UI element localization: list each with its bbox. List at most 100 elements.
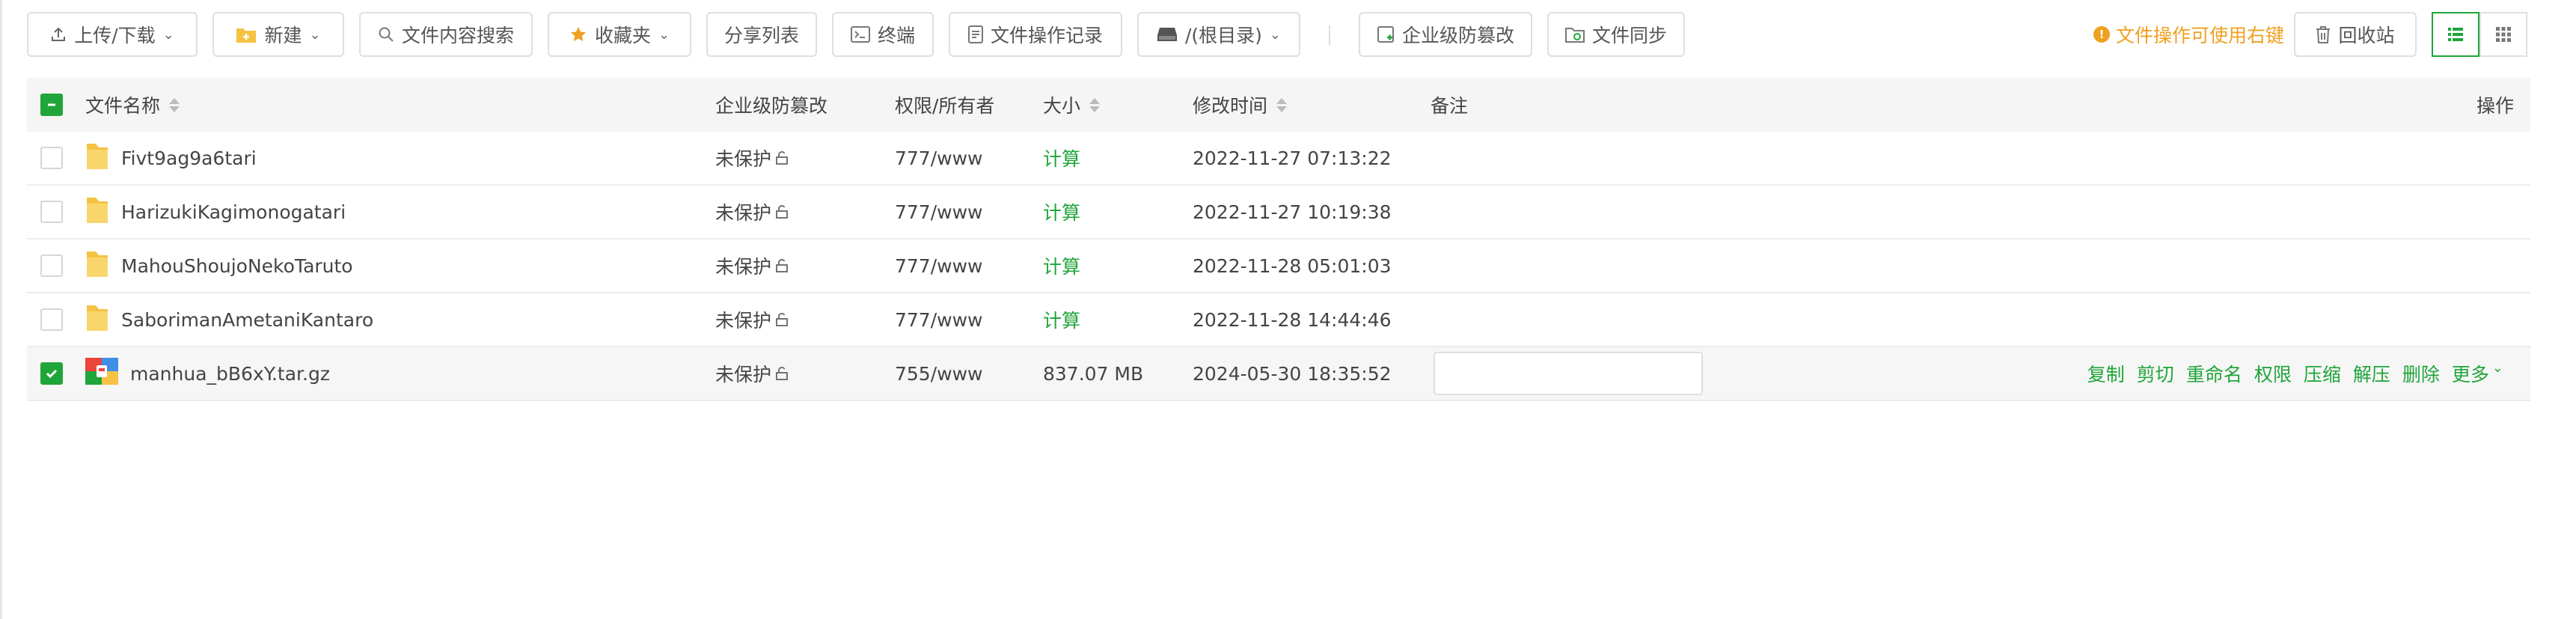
table-row[interactable]: SaborimanAmetaniKantaro 未保护 777/www 计算 2… (27, 293, 2530, 347)
recycle-bin-button[interactable]: 回收站 (2294, 12, 2417, 57)
table-header: 文件名称 企业级防篡改 权限/所有者 大小 修改时间 备注 操作 (27, 78, 2530, 132)
toolbar: 上传/下载 ⌄ 新建 ⌄ 文件内容搜索 收藏夹 ⌄ 分享列表 终端 文件操作记录… (27, 12, 2530, 57)
tamper-cell[interactable]: 未保护 (715, 293, 789, 346)
row-action-4[interactable]: 压缩 (2304, 360, 2341, 387)
file-name-cell[interactable]: manhua_bB6xY.tar.gz (85, 347, 330, 400)
file-sync-button[interactable]: 文件同步 (1547, 12, 1685, 57)
new-button[interactable]: 新建 ⌄ (212, 12, 344, 57)
file-name-cell[interactable]: HarizukiKagimonogatari (85, 186, 346, 238)
tamper-cell[interactable]: 未保护 (715, 240, 789, 292)
file-log-label: 文件操作记录 (990, 25, 1103, 46)
perm-cell[interactable]: 755/www (895, 347, 982, 400)
row-checkbox[interactable] (40, 362, 63, 385)
list-view-button[interactable] (2432, 12, 2479, 57)
row-action-7[interactable]: 更多 (2452, 360, 2489, 387)
share-list-button[interactable]: 分享列表 (706, 12, 817, 57)
upload-download-button[interactable]: 上传/下载 ⌄ (27, 12, 198, 57)
tip-text: 文件操作可使用右键 (2116, 25, 2285, 46)
mtime-cell: 2022-11-27 10:19:38 (1193, 186, 1392, 238)
row-action-2[interactable]: 重命名 (2186, 360, 2242, 387)
sort-icon (1089, 97, 1101, 112)
table-row[interactable]: MahouShoujoNekoTaruto 未保护 777/www 计算 202… (27, 240, 2530, 293)
file-name[interactable]: Fivt9ag9a6tari (121, 147, 257, 169)
file-size: 837.07 MB (1043, 362, 1144, 385)
file-name[interactable]: SaborimanAmetaniKantaro (121, 309, 373, 331)
row-checkbox-cell (40, 293, 63, 346)
toolbar-divider (1329, 25, 1330, 45)
tamper-cell[interactable]: 未保护 (715, 186, 789, 238)
perm-cell[interactable]: 777/www (895, 132, 982, 184)
modified-time: 2022-11-28 14:44:46 (1193, 308, 1392, 331)
path-label: /(根目录) (1184, 25, 1262, 46)
permission-owner[interactable]: 755/www (895, 363, 982, 385)
row-checkbox[interactable] (40, 201, 63, 223)
header-ops-label: 操作 (2476, 95, 2514, 117)
row-action-1[interactable]: 剪切 (2137, 360, 2174, 387)
grid-view-button[interactable] (2479, 12, 2527, 57)
tamper-status: 未保护 (715, 310, 772, 332)
file-name[interactable]: MahouShoujoNekoTaruto (121, 255, 353, 277)
calculate-size-link[interactable]: 计算 (1043, 306, 1080, 333)
grid-view-icon (2496, 27, 2511, 42)
terminal-icon (850, 26, 870, 43)
chevron-down-icon[interactable]: ⌄ (2492, 360, 2503, 387)
header-mtime-label: 修改时间 (1193, 95, 1268, 117)
file-name-cell[interactable]: MahouShoujoNekoTaruto (85, 240, 353, 292)
perm-cell[interactable]: 777/www (895, 293, 982, 346)
modified-time: 2022-11-27 07:13:22 (1193, 147, 1392, 169)
terminal-button[interactable]: 终端 (832, 12, 934, 57)
header-size[interactable]: 大小 (1043, 78, 1101, 132)
file-name[interactable]: HarizukiKagimonogatari (121, 201, 346, 223)
header-mtime[interactable]: 修改时间 (1193, 78, 1288, 132)
row-action-6[interactable]: 删除 (2402, 360, 2440, 387)
calculate-size-link[interactable]: 计算 (1043, 144, 1080, 171)
table-row[interactable]: HarizukiKagimonogatari 未保护 777/www 计算 20… (27, 186, 2530, 240)
header-name-label: 文件名称 (85, 95, 161, 117)
folder-icon (85, 141, 109, 175)
perm-cell[interactable]: 777/www (895, 186, 982, 238)
row-checkbox[interactable] (40, 254, 63, 277)
file-name-cell[interactable]: Fivt9ag9a6tari (85, 132, 257, 184)
row-action-3[interactable]: 权限 (2254, 360, 2292, 387)
folder-icon (85, 302, 109, 337)
permission-owner[interactable]: 777/www (895, 147, 982, 169)
left-border (0, 0, 2, 619)
row-checkbox-cell (40, 347, 63, 400)
mtime-cell: 2022-11-28 14:44:46 (1193, 293, 1392, 346)
file-log-button[interactable]: 文件操作记录 (949, 12, 1122, 57)
file-name[interactable]: manhua_bB6xY.tar.gz (130, 363, 330, 385)
header-name[interactable]: 文件名称 (85, 78, 180, 132)
archive-file-icon (85, 358, 118, 389)
disk-icon (1157, 28, 1177, 41)
path-selector[interactable]: /(根目录) ⌄ (1137, 12, 1300, 57)
permission-owner[interactable]: 777/www (895, 255, 982, 277)
tamper-protect-button[interactable]: 企业级防篡改 (1359, 12, 1532, 57)
share-list-label: 分享列表 (723, 25, 799, 46)
upload-icon (52, 27, 66, 41)
header-remark-label: 备注 (1431, 95, 1469, 117)
table-row[interactable]: manhua_bB6xY.tar.gz 未保护 755/www 837.07 M… (27, 347, 2530, 401)
file-name-cell[interactable]: SaborimanAmetaniKantaro (85, 293, 373, 346)
permission-owner[interactable]: 777/www (895, 201, 982, 223)
tamper-status: 未保护 (715, 364, 772, 385)
select-all-checkbox[interactable] (40, 94, 63, 116)
right-click-tip: ! 文件操作可使用右键 (2093, 12, 2284, 57)
row-action-0[interactable]: 复制 (2087, 360, 2125, 387)
perm-cell[interactable]: 777/www (895, 240, 982, 292)
table-row[interactable]: Fivt9ag9a6tari 未保护 777/www 计算 2022-11-27… (27, 132, 2530, 186)
trash-icon (2316, 26, 2331, 43)
sort-icon (169, 97, 180, 112)
tamper-cell[interactable]: 未保护 (715, 347, 789, 400)
favorites-button[interactable]: 收藏夹 ⌄ (548, 12, 691, 57)
row-checkbox[interactable] (40, 147, 63, 169)
permission-owner[interactable]: 777/www (895, 309, 982, 331)
remark-input[interactable] (1434, 352, 1703, 395)
calculate-size-link[interactable]: 计算 (1043, 198, 1080, 225)
search-content-button[interactable]: 文件内容搜索 (359, 12, 533, 57)
recycle-bin-label: 回收站 (2338, 25, 2395, 46)
row-checkbox[interactable] (40, 308, 63, 331)
search-content-label: 文件内容搜索 (401, 25, 514, 46)
tamper-cell[interactable]: 未保护 (715, 132, 789, 184)
row-action-5[interactable]: 解压 (2353, 360, 2390, 387)
calculate-size-link[interactable]: 计算 (1043, 252, 1080, 279)
